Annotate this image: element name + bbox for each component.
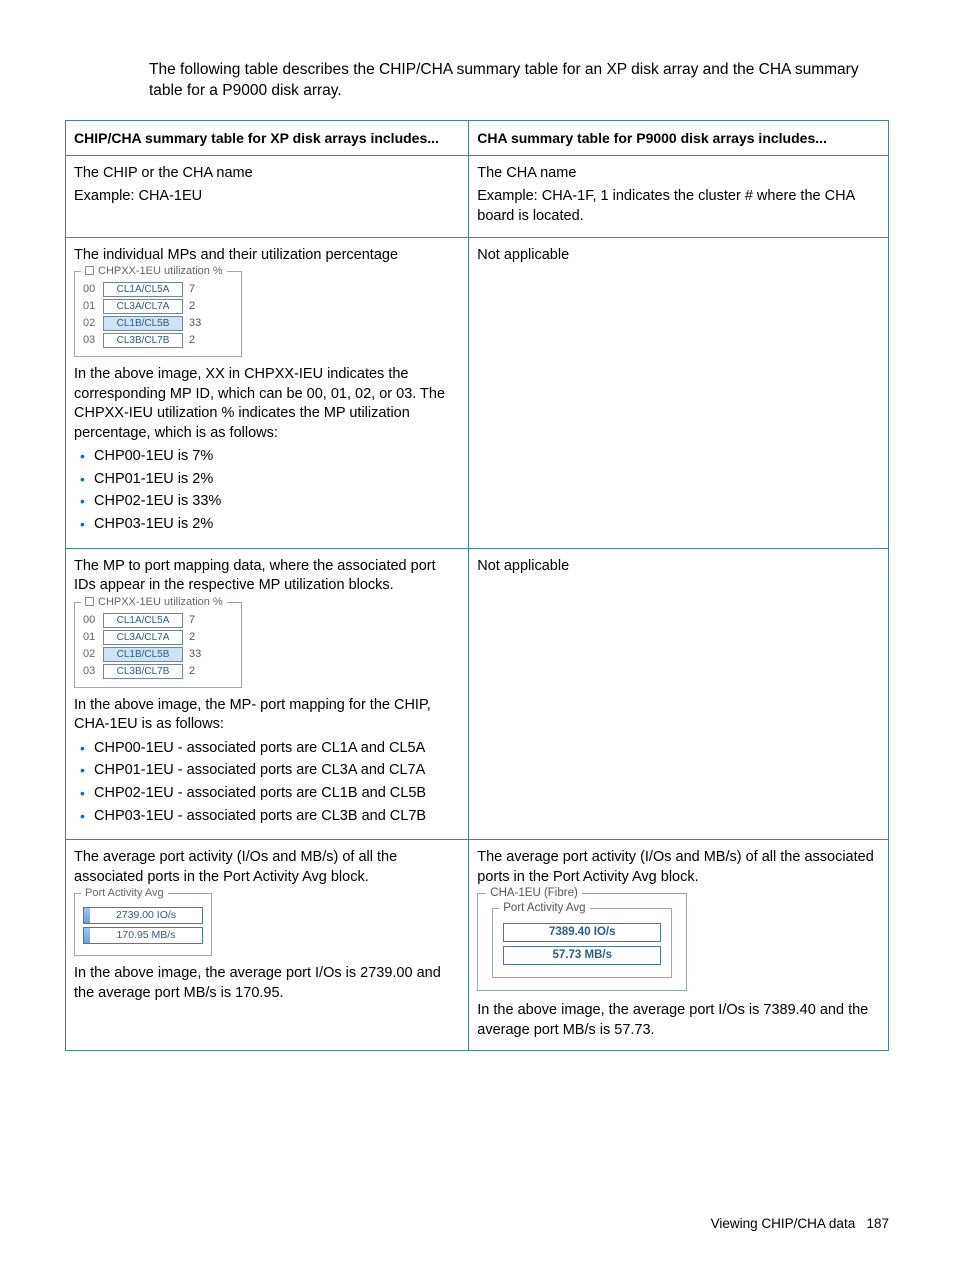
port-bar: CL1B/CL5B: [103, 316, 183, 331]
utilization-row: 02CL1B/CL5B 33: [83, 316, 233, 331]
utilization-row: 00CL1A/CL5A 7: [83, 282, 233, 297]
fieldset-legend: CHPXX-1EU utilization %: [81, 595, 227, 610]
col-header-right: CHA summary table for P9000 disk arrays …: [469, 120, 889, 155]
mp-index: 00: [83, 613, 103, 628]
text: The average port activity (I/Os and MB/s…: [477, 848, 880, 887]
port-bar: CL3A/CL7A: [103, 630, 183, 645]
text: Example: CHA-1EU: [74, 187, 460, 207]
port-bar: CL1A/CL5A: [103, 613, 183, 628]
util-value: 33: [189, 316, 201, 331]
port-bar: CL1B/CL5B: [103, 647, 183, 662]
bullet-list: CHP00-1EU - associated ports are CL1A an…: [74, 739, 460, 826]
util-value: 33: [189, 647, 201, 662]
utilization-row: 02CL1B/CL5B 33: [83, 647, 233, 662]
mp-index: 02: [83, 316, 103, 331]
port-activity-avg-block: Port Activity Avg 2739.00 IO/s 170.95 MB…: [74, 893, 212, 956]
util-value: 2: [189, 664, 195, 679]
document-page: The following table describes the CHIP/C…: [0, 0, 954, 1271]
text: In the above image, the average port I/O…: [477, 1001, 880, 1040]
bullet-list: CHP00-1EU is 7% CHP01-1EU is 2%CHP02-1EU …: [74, 447, 460, 534]
avg-io-bar: 2739.00 IO/s: [83, 907, 203, 924]
text: The individual MPs and their utilization…: [74, 246, 460, 266]
avg-mb-bar: 170.95 MB/s: [83, 927, 203, 944]
list-item: CHP01-1EU - associated ports are CL3A an…: [74, 761, 460, 781]
list-item: CHP00-1EU is 7%: [74, 447, 460, 467]
util-value: 2: [189, 299, 195, 314]
footer-text: Viewing CHIP/CHA data: [711, 1216, 856, 1231]
port-bar: CL3B/CL7B: [103, 664, 183, 679]
fieldset-legend: Port Activity Avg: [81, 886, 168, 901]
list-item: CHP03-1EU - associated ports are CL3B an…: [74, 807, 460, 827]
mp-index: 01: [83, 630, 103, 645]
text: The MP to port mapping data, where the a…: [74, 557, 460, 596]
mp-index: 02: [83, 647, 103, 662]
avg-mb-bar: 57.73 MB/s: [503, 946, 661, 965]
utilization-block: CHPXX-1EU utilization % 00CL1A/CL5A701CL…: [74, 271, 242, 357]
utilization-row: 03CL3B/CL7B 2: [83, 664, 233, 679]
text: The average port activity (I/Os and MB/s…: [74, 848, 460, 887]
text: In the above image, XX in CHPXX-IEU indi…: [74, 365, 460, 443]
mp-index: 03: [83, 333, 103, 348]
util-value: 7: [189, 282, 195, 297]
table-row: The average port activity (I/Os and MB/s…: [66, 840, 889, 1051]
port-bar: CL3A/CL7A: [103, 299, 183, 314]
port-bar: CL3B/CL7B: [103, 333, 183, 348]
mp-index: 01: [83, 299, 103, 314]
util-value: 7: [189, 613, 195, 628]
list-item: CHP00-1EU - associated ports are CL1A an…: [74, 739, 460, 759]
text: Example: CHA-1F, 1 indicates the cluster…: [477, 187, 880, 226]
page-footer: Viewing CHIP/CHA data 187: [711, 1216, 889, 1231]
port-activity-avg-block: Port Activity Avg 7389.40 IO/s 57.73 MB/…: [492, 908, 672, 978]
mp-index: 00: [83, 282, 103, 297]
page-number: 187: [866, 1216, 889, 1231]
intro-paragraph: The following table describes the CHIP/C…: [149, 60, 889, 102]
cha-block: CHA-1EU (Fibre) Port Activity Avg 7389.4…: [477, 893, 687, 991]
text: The CHA name: [477, 164, 880, 184]
fieldset-legend: CHPXX-1EU utilization %: [81, 264, 227, 279]
table-row: The CHIP or the CHA name Example: CHA-1E…: [66, 155, 889, 237]
utilization-block: CHPXX-1EU utilization % 00CL1A/CL5A701CL…: [74, 602, 242, 688]
table-row: The individual MPs and their utilization…: [66, 237, 889, 548]
avg-io-bar: 7389.40 IO/s: [503, 923, 661, 942]
utilization-row: 03CL3B/CL7B 2: [83, 333, 233, 348]
table-row: The MP to port mapping data, where the a…: [66, 548, 889, 840]
port-bar: CL1A/CL5A: [103, 282, 183, 297]
col-header-left: CHIP/CHA summary table for XP disk array…: [66, 120, 469, 155]
mp-index: 03: [83, 664, 103, 679]
list-item: CHP03-1EU is 2%: [74, 515, 460, 535]
text: In the above image, the average port I/O…: [74, 964, 460, 1003]
util-value: 2: [189, 333, 195, 348]
util-value: 2: [189, 630, 195, 645]
list-item: CHP01-1EU is 2%: [74, 470, 460, 490]
utilization-row: 01CL3A/CL7A 2: [83, 630, 233, 645]
list-item: CHP02-1EU - associated ports are CL1B an…: [74, 784, 460, 804]
fieldset-legend: CHA-1EU (Fibre): [486, 886, 582, 902]
utilization-row: 00CL1A/CL5A 7: [83, 613, 233, 628]
text: Not applicable: [477, 246, 880, 266]
fieldset-legend: Port Activity Avg: [499, 901, 589, 917]
text: Not applicable: [477, 557, 880, 577]
summary-table: CHIP/CHA summary table for XP disk array…: [65, 120, 889, 1052]
utilization-row: 01CL3A/CL7A 2: [83, 299, 233, 314]
text: The CHIP or the CHA name: [74, 164, 460, 184]
text: In the above image, the MP- port mapping…: [74, 696, 460, 735]
list-item: CHP02-1EU is 33%: [74, 492, 460, 512]
